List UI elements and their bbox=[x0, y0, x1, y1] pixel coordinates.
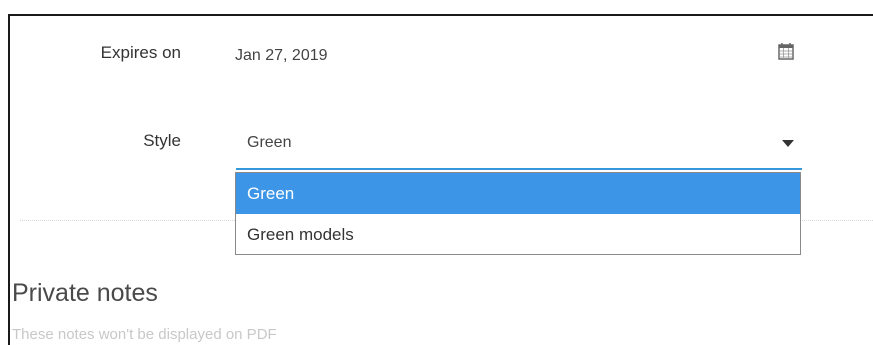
calendar-icon[interactable] bbox=[776, 41, 796, 61]
dropdown-option-green-models[interactable]: Green models bbox=[236, 214, 800, 255]
style-select[interactable]: Green bbox=[236, 118, 802, 170]
expires-on-label: Expires on bbox=[100, 43, 181, 62]
style-label: Style bbox=[143, 131, 181, 150]
chevron-down-icon[interactable] bbox=[782, 140, 794, 147]
private-notes-hint: These notes won't be displayed on PDF bbox=[12, 326, 277, 343]
style-select-value: Green bbox=[247, 134, 292, 151]
dropdown-option-green[interactable]: Green bbox=[236, 173, 800, 214]
private-notes-heading: Private notes bbox=[12, 279, 158, 307]
select-focus-underline bbox=[236, 168, 802, 170]
expires-on-date-field[interactable]: Jan 27, 2019 bbox=[235, 47, 328, 65]
window-border-top bbox=[8, 14, 873, 16]
window-border-left bbox=[8, 14, 10, 345]
style-dropdown-menu: Green Green models bbox=[235, 172, 801, 255]
